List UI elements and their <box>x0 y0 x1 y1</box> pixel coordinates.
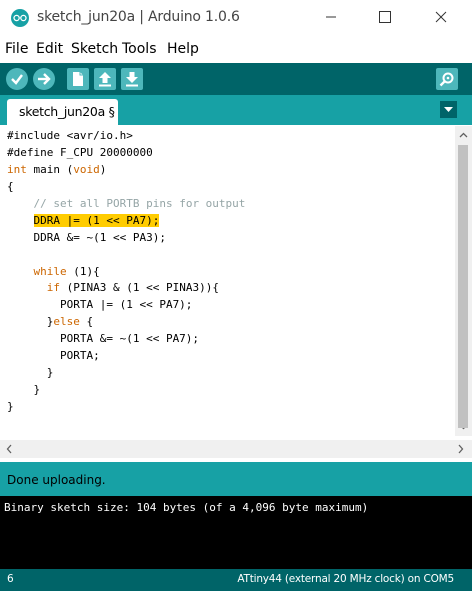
code-keyword: else <box>53 315 80 329</box>
code-token: (PINA3 & (1 << PINA3)){ <box>60 281 219 295</box>
code-line[interactable]: while (1){ <box>7 264 245 281</box>
code-editor[interactable]: #include <avr/io.h> #define F_CPU 2000000… <box>0 125 472 459</box>
code-keyword: while <box>33 264 67 278</box>
code-line[interactable]: #include <avr/io.h> <box>7 128 245 145</box>
menu-sketch[interactable]: Sketch <box>71 41 118 57</box>
upload-button[interactable] <box>33 68 55 90</box>
title-bar: sketch_jun20a | Arduino 1.0.6 <box>0 0 472 36</box>
chevron-left-icon[interactable] <box>1 440 18 458</box>
minimize-button[interactable] <box>308 0 354 34</box>
open-icon <box>99 72 111 87</box>
code-keyword: int <box>7 162 27 176</box>
code-line[interactable]: DDRA |= (1 << PA7); <box>7 213 245 230</box>
menu-help[interactable]: Help <box>167 41 199 57</box>
console-text: Binary sketch size: 104 bytes (of a 4,09… <box>4 501 369 514</box>
code-line[interactable]: } <box>7 382 245 399</box>
code-line[interactable]: } <box>7 365 245 382</box>
code-token: } <box>7 400 14 413</box>
code-line[interactable]: PORTA &= ~(1 << PA7); <box>7 331 245 348</box>
code-line[interactable]: { <box>7 179 245 196</box>
save-button[interactable] <box>121 68 143 90</box>
menu-edit[interactable]: Edit <box>36 41 63 57</box>
toolbar <box>0 63 472 95</box>
code-line[interactable]: #define F_CPU 20000000 <box>7 145 245 162</box>
close-button[interactable] <box>418 0 464 34</box>
code-line[interactable]: DDRA &= ~(1 << PA3); <box>7 230 245 247</box>
code-keyword: void <box>73 162 100 176</box>
board-info: ATtiny44 (external 20 MHz clock) on COM5 <box>237 573 454 585</box>
code-keyword: if <box>46 281 60 295</box>
triangle-down-icon <box>444 107 453 112</box>
code-token: (1){ <box>66 264 100 278</box>
code-token: } <box>7 383 41 397</box>
code-token: PORTA |= (1 << PA7); <box>7 298 193 312</box>
status-bar: Done uploading. <box>0 462 472 496</box>
code-token: #define F_CPU 20000000 <box>7 145 153 159</box>
menu-file[interactable]: File <box>5 41 28 57</box>
new-icon <box>73 72 83 86</box>
code-line[interactable]: } <box>7 399 245 416</box>
verify-icon <box>11 74 23 85</box>
code-line[interactable]: if (PINA3 & (1 << PINA3)){ <box>7 280 245 297</box>
tab-sketch[interactable]: sketch_jun20a § <box>7 99 118 125</box>
code-comment: // set all PORTB pins for output <box>33 196 246 210</box>
code-token: { <box>7 179 14 193</box>
console-output: Binary sketch size: 104 bytes (of a 4,09… <box>0 496 472 569</box>
code-line[interactable]: // set all PORTB pins for output <box>7 196 246 213</box>
code-token: PORTA; <box>7 349 100 363</box>
code-text[interactable]: #include <avr/io.h> #define F_CPU 2000000… <box>7 128 245 416</box>
horizontal-scrollbar[interactable] <box>0 440 472 458</box>
code-token: DDRA &= ~(1 << PA3); <box>7 230 166 244</box>
arduino-logo-icon <box>11 9 29 27</box>
code-line[interactable] <box>7 247 245 264</box>
code-token: #include <avr/io.h> <box>7 129 133 142</box>
code-token: } <box>7 315 54 329</box>
code-line[interactable]: PORTA |= (1 << PA7); <box>7 297 245 314</box>
magnifier-icon <box>439 72 454 87</box>
code-token: main ( <box>26 162 74 176</box>
save-icon <box>126 72 138 87</box>
maximize-button[interactable] <box>362 0 408 34</box>
code-token: { <box>79 315 94 329</box>
menu-tools[interactable]: Tools <box>122 41 157 57</box>
open-button[interactable] <box>94 68 116 90</box>
code-line[interactable]: int main (void) <box>7 162 245 179</box>
vertical-scroll-thumb[interactable] <box>458 145 468 428</box>
tab-menu-button[interactable] <box>440 101 457 118</box>
code-token: ) <box>99 162 107 176</box>
upload-icon <box>38 73 51 85</box>
code-token: PORTA &= ~(1 << PA7); <box>7 332 200 346</box>
code-token: } <box>7 366 54 380</box>
line-number: 6 <box>7 573 14 585</box>
code-highlight: DDRA |= (1 << PA7); <box>33 213 160 227</box>
serial-monitor-button[interactable] <box>436 68 458 90</box>
chevron-right-icon[interactable] <box>452 440 469 458</box>
status-message: Done uploading. <box>7 473 106 487</box>
chevron-up-icon[interactable] <box>455 127 472 144</box>
code-line[interactable]: }else { <box>7 314 245 331</box>
code-line[interactable]: PORTA; <box>7 348 245 365</box>
tab-label: sketch_jun20a § <box>19 104 115 119</box>
footer-bar: 6 ATtiny44 (external 20 MHz clock) on CO… <box>0 569 472 591</box>
new-button[interactable] <box>67 68 89 90</box>
window-title: sketch_jun20a | Arduino 1.0.6 <box>37 9 240 25</box>
verify-button[interactable] <box>6 68 28 90</box>
tab-strip: sketch_jun20a § <box>0 95 472 125</box>
